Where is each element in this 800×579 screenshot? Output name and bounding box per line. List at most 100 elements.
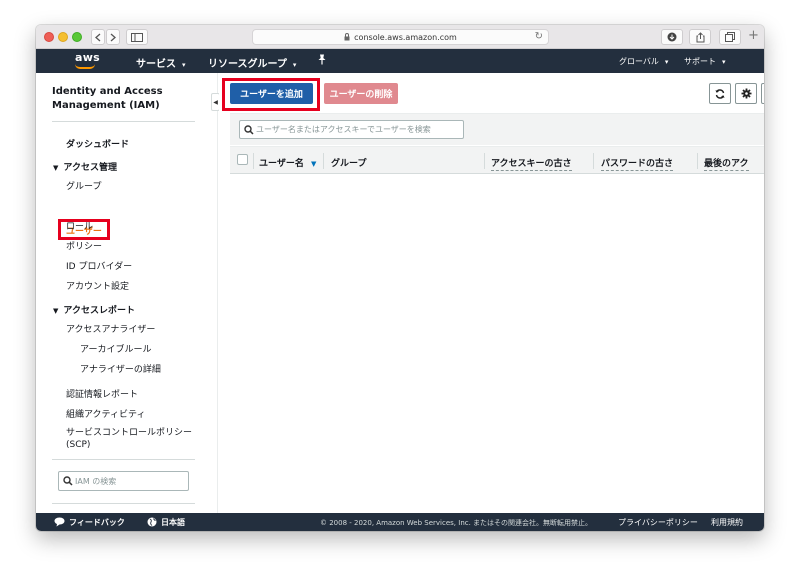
column-header-last-activity[interactable]: 最後のアク (704, 156, 749, 171)
help-button[interactable]: ? (761, 83, 764, 104)
iam-sidebar: Identity and Access Management (IAM) ダッシ… (36, 73, 218, 513)
sidebar-item-account-settings[interactable]: アカウント設定 (66, 279, 129, 292)
scp-line-2: (SCP) (66, 440, 91, 450)
refresh-button[interactable] (709, 83, 731, 104)
scp-line-1: サービスコントロールポリシー (66, 428, 193, 438)
column-header-label: ユーザー名 (259, 159, 304, 169)
delete-user-button[interactable]: ユーザーの削除 (324, 83, 398, 104)
region-label: グローバル (619, 57, 659, 66)
sidebar-item-roles[interactable]: ロール (66, 219, 93, 232)
sidebar-item-credential-report[interactable]: 認証情報レポート (66, 387, 138, 400)
tabs-overview-button[interactable] (719, 29, 741, 45)
sidebar-item-groups[interactable]: グループ (66, 179, 101, 192)
section-label: アクセスレポート (63, 306, 135, 316)
services-label: サービス (136, 59, 176, 70)
services-menu[interactable]: サービス ▾ (136, 55, 186, 70)
gear-icon (741, 88, 751, 99)
sidebar-section-access-reports[interactable]: ▼ アクセスレポート (53, 303, 135, 316)
console-footer: フィードバック 日本語 © 2008 - 2020, Amazon Web Se… (36, 513, 764, 531)
sidebar-item-org-activity[interactable]: 組織アクティビティ (66, 407, 145, 420)
back-button[interactable] (91, 29, 105, 45)
forward-button[interactable] (106, 29, 120, 45)
support-label: サポート (684, 57, 716, 66)
column-separator (253, 153, 254, 169)
tabs-icon (725, 32, 735, 42)
sidebar-divider (52, 459, 195, 460)
search-icon (244, 125, 254, 135)
downloads-button[interactable] (661, 29, 683, 45)
sidebar-item-archive-rules[interactable]: アーカイブルール (80, 342, 151, 355)
sidebar-icon (131, 32, 143, 42)
share-button[interactable] (689, 29, 711, 45)
sidebar-section-access-management[interactable]: ▼ アクセス管理 (53, 160, 117, 173)
support-menu[interactable]: サポート ▾ (684, 56, 726, 67)
add-user-button[interactable]: ユーザーを追加 (230, 83, 313, 104)
chevron-left-icon (95, 33, 101, 41)
address-bar[interactable]: console.aws.amazon.com ↻ (252, 29, 549, 45)
new-tab-button[interactable]: + (748, 28, 759, 43)
section-label: アクセス管理 (63, 163, 117, 173)
sidebar-item-id-providers[interactable]: ID プロバイダー (66, 259, 132, 272)
caret-down-icon: ▾ (664, 58, 669, 66)
user-search-box[interactable] (239, 120, 464, 139)
minimize-window-button[interactable] (58, 32, 68, 42)
resource-groups-label: リソースグループ (208, 59, 287, 70)
speech-bubble-icon (54, 517, 65, 527)
terms-link[interactable]: 利用規約 (711, 517, 743, 528)
privacy-policy-link[interactable]: プライバシーポリシー (618, 517, 698, 528)
lock-icon (344, 33, 350, 41)
url-text: console.aws.amazon.com (354, 32, 457, 42)
users-main-panel: ユーザーを追加 ユーザーの削除 ? ユーザー名 ▼ グループ (219, 73, 764, 513)
sidebar-item-policies[interactable]: ポリシー (66, 239, 102, 252)
sidebar-item-analyzer-details[interactable]: アナライザーの詳細 (80, 362, 161, 375)
column-header-username[interactable]: ユーザー名 ▼ (259, 156, 316, 169)
column-separator (484, 153, 485, 169)
sidebar-title[interactable]: Identity and Access Management (IAM) (52, 85, 202, 113)
users-table-header: ユーザー名 ▼ グループ アクセスキーの古さ パスワードの古さ 最後のアク (230, 146, 764, 174)
triangle-left-icon: ◀ (213, 98, 218, 106)
aws-smile-icon (75, 64, 95, 69)
sidebar-toggle-button[interactable] (126, 29, 148, 45)
language-selector[interactable]: 日本語 (147, 517, 185, 528)
aws-top-nav: aws サービス ▾ リソースグループ ▾ グローバル ▾ サポート ▾ (36, 49, 764, 73)
sidebar-divider (52, 121, 195, 122)
chevron-right-icon (110, 33, 116, 41)
zoom-window-button[interactable] (72, 32, 82, 42)
pin-button[interactable] (317, 54, 327, 68)
pin-icon (318, 54, 326, 65)
sidebar-item-scp[interactable]: サービスコントロールポリシー (SCP) (66, 427, 192, 451)
select-all-checkbox[interactable] (237, 154, 248, 165)
triangle-down-icon: ▼ (53, 164, 59, 172)
filter-bar (230, 113, 764, 145)
caret-down-icon: ▾ (292, 61, 297, 69)
reload-icon[interactable]: ↻ (535, 31, 543, 42)
column-header-groups[interactable]: グループ (331, 156, 366, 169)
copyright-text: © 2008 - 2020, Amazon Web Services, Inc.… (320, 519, 593, 527)
iam-search-box[interactable] (58, 471, 189, 491)
refresh-icon (715, 88, 725, 99)
download-icon (667, 32, 677, 42)
close-window-button[interactable] (44, 32, 54, 42)
feedback-link[interactable]: フィードバック (54, 517, 125, 528)
sort-down-icon: ▼ (310, 160, 317, 168)
region-menu[interactable]: グローバル ▾ (619, 56, 668, 67)
column-separator (697, 153, 698, 169)
sidebar-item-access-analyzer[interactable]: アクセスアナライザー (66, 322, 155, 335)
triangle-down-icon: ▼ (53, 307, 59, 315)
caret-down-icon: ▾ (722, 58, 726, 66)
settings-button[interactable] (735, 83, 757, 104)
column-header-access-key-age[interactable]: アクセスキーの古さ (491, 156, 572, 171)
column-separator (593, 153, 594, 169)
column-header-password-age[interactable]: パスワードの古さ (601, 156, 674, 171)
caret-down-icon: ▾ (182, 61, 186, 69)
aws-logo-text: aws (75, 51, 101, 64)
iam-search-input[interactable] (75, 475, 185, 488)
user-search-input[interactable] (256, 123, 461, 136)
sidebar-item-dashboard[interactable]: ダッシュボード (66, 137, 129, 150)
sidebar-divider (52, 503, 195, 504)
aws-logo[interactable]: aws (73, 51, 101, 71)
column-separator (323, 153, 324, 169)
globe-icon (147, 517, 157, 527)
feedback-label: フィードバック (69, 518, 125, 527)
resource-groups-menu[interactable]: リソースグループ ▾ (208, 55, 296, 70)
